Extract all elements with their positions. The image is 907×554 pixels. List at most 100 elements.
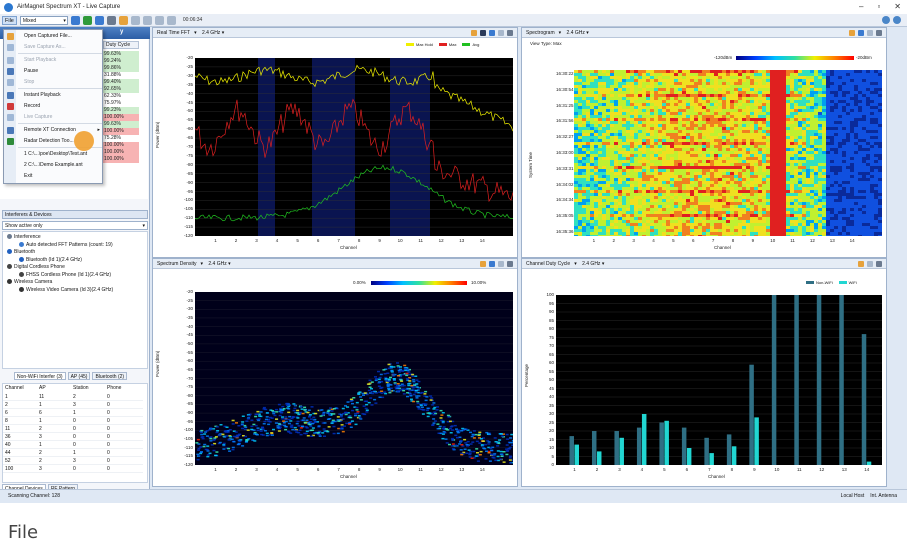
folder-icon[interactable] xyxy=(849,30,855,36)
tree-node[interactable]: Interference xyxy=(7,234,41,241)
help-icon[interactable] xyxy=(507,30,513,36)
spectrogram-cell xyxy=(602,82,606,85)
crosshair-icon[interactable] xyxy=(489,30,495,36)
spectrogram-cell xyxy=(642,130,646,133)
table-row[interactable]: 52 2 3 0 xyxy=(3,458,143,465)
menu-item[interactable]: Exit xyxy=(4,171,104,181)
menu-item[interactable]: Stop xyxy=(4,77,104,87)
table-row[interactable]: 40 1 0 0 xyxy=(3,442,143,449)
grid-header[interactable]: Station xyxy=(73,385,89,391)
grid-header[interactable]: AP xyxy=(39,385,46,391)
device-tab[interactable]: Non-WiFi Interfer (3) xyxy=(14,372,66,380)
duty-cycle-header[interactable]: Duty Cycle xyxy=(103,41,139,49)
folder-icon[interactable] xyxy=(480,261,486,267)
spectrogram-cell xyxy=(850,79,854,82)
menu-item[interactable]: Instant Playback xyxy=(4,90,104,100)
file-menu-button[interactable]: File xyxy=(2,15,17,25)
tree-node[interactable]: Wireless Video Camera (Id 3)(2.4 GHz) xyxy=(19,287,113,294)
minimize-icon[interactable]: – xyxy=(859,2,863,11)
view-icon[interactable] xyxy=(142,15,152,25)
table-row[interactable]: 2130 xyxy=(3,402,143,409)
menu-item-icon xyxy=(7,114,14,121)
spectrogram-cell xyxy=(634,106,638,109)
fft-band-select[interactable]: 2.4 GHz xyxy=(202,30,220,36)
spectrogram-cell xyxy=(698,88,702,91)
save-icon[interactable] xyxy=(480,30,486,36)
spectrogram-cell xyxy=(846,229,850,232)
table-row[interactable]: 11 2 0 0 xyxy=(3,426,143,433)
spectrogram-cell xyxy=(702,169,706,172)
tree-node[interactable]: Digital Cordless Phone xyxy=(7,264,65,271)
table-row[interactable]: 6610 xyxy=(3,410,143,417)
spectrogram-cell xyxy=(582,145,586,148)
device-tab[interactable]: Bluetooth (2) xyxy=(92,372,128,380)
density-band-select[interactable]: 2.4 GHz xyxy=(208,261,226,267)
spectrogram-cell xyxy=(818,133,822,136)
grid-header[interactable]: Channel xyxy=(5,385,24,391)
menu-item[interactable]: 2 C:\...\Demo Example.ant xyxy=(4,160,104,170)
menu-item[interactable]: Open Captured File... xyxy=(4,31,104,41)
menu-item[interactable]: Start Playback xyxy=(4,55,104,65)
play-icon[interactable] xyxy=(70,15,80,25)
copy-icon[interactable] xyxy=(498,30,504,36)
tree-node[interactable]: Auto detected FFT Patterns (count: 19) xyxy=(19,242,113,249)
spectrogram-cell xyxy=(626,196,630,199)
spectrogram-cell xyxy=(662,175,666,178)
duty-cell: 99.63% xyxy=(103,121,139,128)
copy-icon[interactable] xyxy=(498,261,504,267)
spectrogram-cell xyxy=(778,94,782,97)
spectrogram-cell xyxy=(810,91,814,94)
table-row[interactable]: 36 3 0 0 xyxy=(3,434,143,441)
menu-item[interactable]: 1 C:\...\poe\Desktop\Test.ant xyxy=(4,149,104,159)
spectrogram-cell xyxy=(762,85,766,88)
grid-icon[interactable] xyxy=(154,15,164,25)
help-icon[interactable] xyxy=(876,30,882,36)
copy-icon[interactable] xyxy=(867,30,873,36)
crosshair-icon[interactable] xyxy=(489,261,495,267)
spectrogram-cell xyxy=(626,211,630,214)
spectrogram-cell xyxy=(854,94,858,97)
folder-icon[interactable] xyxy=(118,15,128,25)
spectrogram-band-select[interactable]: 2.4 GHz xyxy=(567,30,585,36)
grid-header[interactable]: Phone xyxy=(107,385,121,391)
spectrogram-cell xyxy=(662,154,666,157)
spectrogram-cell xyxy=(802,103,806,106)
spectrogram-cell xyxy=(630,145,634,148)
spectrogram-cell xyxy=(670,214,674,217)
layout-icon[interactable] xyxy=(130,15,140,25)
device-tab[interactable]: AP (45) xyxy=(67,372,91,380)
settings-icon[interactable] xyxy=(882,16,890,24)
help-icon[interactable] xyxy=(507,261,513,267)
show-filter-select[interactable]: Show active only xyxy=(2,221,148,230)
stop-icon[interactable] xyxy=(106,15,116,25)
menu-item[interactable]: Record xyxy=(4,101,104,111)
spectrogram-cell xyxy=(586,118,590,121)
table-row[interactable]: 44 2 1 0 xyxy=(3,450,143,457)
panel-icon[interactable] xyxy=(166,15,176,25)
density-cell xyxy=(359,399,363,401)
density-pane-header: Spectrum Density ▾ 2.4 GHz ▾ xyxy=(153,259,517,269)
table-row[interactable]: 8100 xyxy=(3,418,143,425)
crosshair-icon[interactable] xyxy=(858,30,864,36)
menu-item[interactable]: Live Capture xyxy=(4,112,104,122)
menu-item[interactable]: Save Capture As... xyxy=(4,42,104,52)
spectrogram-cell xyxy=(806,175,810,178)
pause-icon[interactable] xyxy=(94,15,104,25)
mode-select[interactable]: Mixed xyxy=(19,15,68,25)
help-icon[interactable] xyxy=(893,16,901,24)
table-row[interactable]: 1 11 2 0 xyxy=(3,394,143,401)
tree-node[interactable]: Bluetooth xyxy=(7,249,35,256)
table-row[interactable]: 100 3 0 0 xyxy=(3,466,143,473)
spectrogram-cell xyxy=(678,226,682,229)
folder-icon[interactable] xyxy=(471,30,477,36)
spectrogram-cell xyxy=(698,124,702,127)
menu-item[interactable]: Pause xyxy=(4,66,104,76)
record-icon[interactable] xyxy=(82,15,92,25)
tree-node[interactable]: Bluetooth (Id 1)(2.4 GHz) xyxy=(19,257,82,264)
close-icon[interactable]: ✕ xyxy=(894,2,901,11)
maximize-icon[interactable]: ▫ xyxy=(877,2,880,11)
tree-node[interactable]: Wireless Camera xyxy=(7,279,52,286)
tree-node[interactable]: FHSS Cordless Phone (Id 1)(2.4 GHz) xyxy=(19,272,111,279)
spectrogram-cell xyxy=(650,121,654,124)
spectrogram-cell xyxy=(850,217,854,220)
